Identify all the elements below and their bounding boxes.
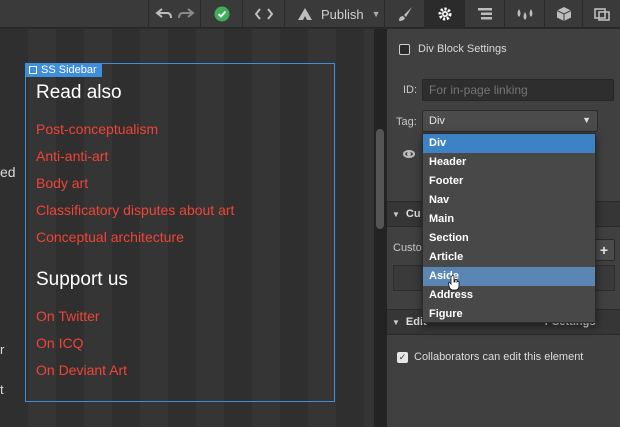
dropdown-option-nav[interactable]: Nav (423, 191, 595, 210)
canvas-scrollbar[interactable] (374, 29, 386, 427)
custom-attributes-label: Custo (393, 242, 422, 254)
tag-dropdown-menu: Div Header Footer Nav Main Section Artic… (422, 133, 596, 323)
dropdown-option-article[interactable]: Article (423, 248, 595, 267)
collaborators-row[interactable]: ✓ Collaborators can edit this element (397, 351, 583, 363)
dropdown-option-figure[interactable]: Figure (423, 305, 595, 324)
block-settings-label: Div Block Settings (418, 43, 507, 55)
dropdown-option-main[interactable]: Main (423, 210, 595, 229)
style-tab[interactable] (384, 0, 424, 28)
design-canvas[interactable]: ed r t SS Sidebar Read also Post-concept… (0, 29, 374, 427)
redo-icon[interactable] (177, 7, 195, 21)
brush-icon (398, 7, 412, 21)
collaborators-label: Collaborators can edit this element (414, 351, 584, 363)
read-also-link[interactable]: Post-conceptualism (36, 121, 158, 137)
tag-label: Tag: (396, 116, 417, 128)
code-button[interactable] (242, 0, 284, 28)
validate-button[interactable] (200, 0, 242, 28)
support-link[interactable]: On ICQ (36, 335, 83, 351)
support-link[interactable]: On Deviant Art (36, 362, 127, 378)
tag-select-value: Div (429, 115, 445, 127)
navigator-icon (477, 8, 492, 20)
assets-tab[interactable] (544, 0, 582, 28)
gear-icon (438, 7, 451, 21)
square-icon (29, 66, 37, 74)
support-link[interactable]: On Twitter (36, 308, 100, 324)
block-settings-title: Div Block Settings (399, 43, 507, 55)
eye-icon[interactable] (403, 150, 415, 158)
dropdown-option-footer[interactable]: Footer (423, 172, 595, 191)
id-label: ID: (403, 84, 418, 96)
check-icon (214, 6, 229, 22)
selection-label[interactable]: SS Sidebar (25, 63, 102, 77)
undo-redo-group (148, 0, 200, 28)
chevron-down-icon: ▼ (371, 9, 381, 19)
code-icon (254, 8, 273, 20)
hand-cursor-icon (448, 275, 460, 291)
read-also-link[interactable]: Classificatory disputes about art (36, 202, 234, 218)
read-also-link[interactable]: Conceptual architecture (36, 229, 184, 245)
publish-icon (298, 8, 312, 20)
interactions-tab[interactable] (504, 0, 544, 28)
undo-icon[interactable] (154, 7, 173, 21)
support-us-heading: Support us (36, 269, 128, 290)
box-icon (556, 7, 571, 21)
add-attribute-button[interactable]: + (593, 239, 615, 261)
id-input[interactable] (422, 79, 614, 101)
swap-tab[interactable] (582, 0, 620, 28)
caret-down-icon: ▼ (392, 317, 400, 327)
swap-icon (593, 8, 610, 21)
tag-select[interactable]: Div ▼ (422, 110, 598, 132)
dropdown-option-section[interactable]: Section (423, 229, 595, 248)
canvas-edge-text: ed (0, 164, 16, 180)
read-also-link[interactable]: Body art (36, 175, 88, 191)
selected-sidebar-block[interactable]: SS Sidebar Read also Post-conceptualism … (25, 63, 335, 402)
canvas-edge-text: r (0, 342, 5, 357)
settings-tab[interactable] (424, 0, 464, 28)
block-icon (399, 43, 410, 55)
collaborators-checkbox[interactable]: ✓ (397, 351, 408, 363)
read-also-link[interactable]: Anti-anti-art (36, 148, 108, 164)
navigator-tab[interactable] (464, 0, 504, 28)
drops-icon (517, 9, 532, 20)
top-toolbar: Publish ▼ (0, 0, 620, 28)
custom-section-label: Cu (405, 208, 421, 220)
dropdown-option-header[interactable]: Header (423, 153, 595, 172)
selection-label-text: SS Sidebar (41, 64, 97, 76)
chevron-down-icon: ▼ (582, 115, 591, 125)
publish-label: Publish (321, 6, 364, 22)
caret-down-icon: ▼ (392, 209, 400, 219)
dropdown-option-div[interactable]: Div (423, 134, 595, 153)
canvas-edge-text: t (0, 382, 4, 397)
scrollbar-thumb[interactable] (376, 129, 384, 229)
publish-button[interactable]: Publish ▼ (284, 0, 382, 28)
read-also-heading: Read also (36, 82, 122, 103)
